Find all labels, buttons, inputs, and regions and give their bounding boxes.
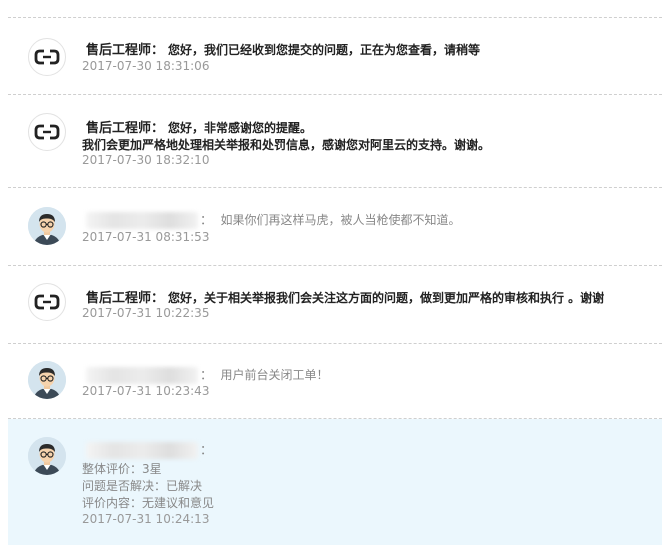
message-header: ： 用户前台关闭工单！ xyxy=(86,364,329,384)
user-avatar-icon xyxy=(28,207,66,245)
message-content: 您好，关于相关举报我们会关注这方面的问题，做到更加严格的审核和执行 。谢谢 xyxy=(168,291,605,305)
ticket-conversation: 售后工程师： 您好，我们已经收到您提交的问题，正在为您查看，请稍等 2017-0… xyxy=(0,0,662,551)
user-avatar-icon xyxy=(28,437,66,475)
user-avatar-icon xyxy=(28,361,66,399)
message-timestamp: 2017-07-30 18:32:10 xyxy=(82,153,210,167)
message-user-evaluation: ： 整体评价：3星 问题是否解决：已解决 评价内容：无建议和意见 2017-07… xyxy=(8,419,662,545)
message-timestamp: 2017-07-30 18:31:06 xyxy=(82,59,210,73)
message-content-line2: 我们会更加严格地处理相关举报和处罚信息，感谢您对阿里云的支持。谢谢。 xyxy=(82,138,491,152)
message-header: 售后工程师： 您好，关于相关举报我们会关注这方面的问题，做到更加严格的审核和执行… xyxy=(86,287,604,306)
message-header: ： 如果你们再这样马虎，被人当枪使都不知道。 xyxy=(86,209,461,229)
redacted-username xyxy=(86,367,198,384)
message-header: 售后工程师： 您好，非常感谢您的提醒。 xyxy=(86,117,312,136)
message-engineer-2: 售后工程师： 您好，非常感谢您的提醒。 我们会更加严格地处理相关举报和处罚信息，… xyxy=(8,95,662,186)
message-content: 您好，非常感谢您的提醒。 xyxy=(168,121,313,135)
sender-colon: ： xyxy=(200,367,213,382)
message-engineer-1: 售后工程师： 您好，我们已经收到您提交的问题，正在为您查看，请稍等 2017-0… xyxy=(8,18,662,93)
aliyun-logo-icon xyxy=(28,38,66,76)
aliyun-logo-icon xyxy=(28,113,66,151)
sender-name: 售后工程师： xyxy=(86,43,165,58)
message-header: 售后工程师： 您好，我们已经收到您提交的问题，正在为您查看，请稍等 xyxy=(86,39,480,58)
aliyun-logo-icon xyxy=(28,283,66,321)
sender-name: 售后工程师： xyxy=(86,121,165,136)
evaluation-resolved: 问题是否解决：已解决 xyxy=(82,479,203,493)
redacted-username xyxy=(86,442,198,459)
message-user-1: ： 如果你们再这样马虎，被人当枪使都不知道。 2017-07-31 08:31:5… xyxy=(8,188,662,264)
evaluation-rating: 整体评价：3星 xyxy=(82,462,162,476)
sender-name: 售后工程师： xyxy=(86,291,165,306)
message-timestamp: 2017-07-31 10:23:43 xyxy=(82,384,210,398)
message-content: 用户前台关闭工单！ xyxy=(220,368,329,382)
message-engineer-3: 售后工程师： 您好，关于相关举报我们会关注这方面的问题，做到更加严格的审核和执行… xyxy=(8,266,662,342)
message-timestamp: 2017-07-31 08:31:53 xyxy=(82,230,210,244)
message-content: 如果你们再这样马虎，被人当枪使都不知道。 xyxy=(220,213,461,227)
message-timestamp: 2017-07-31 10:24:13 xyxy=(82,512,210,526)
evaluation-comment: 评价内容：无建议和意见 xyxy=(82,496,215,510)
message-user-2: ： 用户前台关闭工单！ 2017-07-31 10:23:43 xyxy=(8,344,662,417)
redacted-username xyxy=(86,212,198,229)
message-header: ： xyxy=(86,439,221,459)
message-timestamp: 2017-07-31 10:22:35 xyxy=(82,306,210,320)
message-content: 您好，我们已经收到您提交的问题，正在为您查看，请稍等 xyxy=(168,43,481,57)
sender-colon: ： xyxy=(200,442,213,457)
sender-colon: ： xyxy=(200,212,213,227)
